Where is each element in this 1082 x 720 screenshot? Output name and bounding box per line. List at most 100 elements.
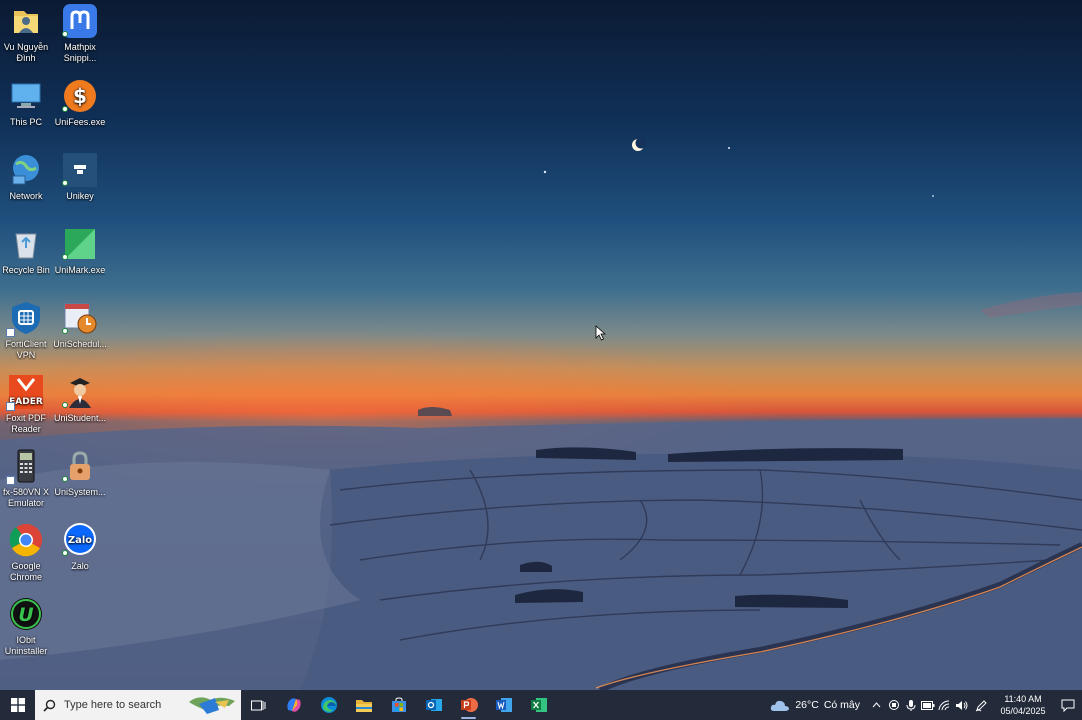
desktop[interactable]: Vu Nguyễn Đình Mathpix Snippi... This PC… xyxy=(0,0,1082,690)
desktop-icon-label: fx-580VN X Emulator xyxy=(2,487,50,508)
wallpaper xyxy=(0,137,1082,690)
desktop-icon-label: Vu Nguyễn Đình xyxy=(3,42,49,63)
iobit-glyph: U xyxy=(18,604,34,626)
mouse-pointer-icon xyxy=(595,325,606,341)
taskbar: Type here to search 26°C Có mây 11:40 AM… xyxy=(0,690,1082,720)
microphone-icon xyxy=(906,699,915,711)
chevron-up-icon xyxy=(872,702,881,708)
desktop-icon-label: Recycle Bin xyxy=(2,265,50,275)
sync-status-icon xyxy=(62,476,68,482)
sync-status-icon xyxy=(62,328,68,334)
search-placeholder: Type here to search xyxy=(64,699,162,711)
system-tray: 26°C Có mây 11:40 AM 05/04/2025 xyxy=(762,690,1082,720)
pen-icon xyxy=(975,699,987,711)
excel-button[interactable] xyxy=(521,690,556,720)
desktop-icon-label: Zalo xyxy=(71,561,89,571)
forticlient-icon xyxy=(6,300,44,337)
desktop-icon-forticlient[interactable]: FortiClient VPN xyxy=(0,300,54,360)
windows-logo-icon xyxy=(10,698,25,712)
desktop-icon-unisystem[interactable]: UniSystem... xyxy=(52,448,108,498)
task-view-button[interactable] xyxy=(241,690,276,720)
word-icon xyxy=(495,698,512,712)
sync-status-icon xyxy=(62,180,68,186)
desktop-icon-label: Foxit PDF Reader xyxy=(5,413,46,434)
desktop-icon-label: Mathpix Snippi... xyxy=(63,42,97,63)
file-explorer-button[interactable] xyxy=(346,690,381,720)
desktop-icon-label: IObit Uninstaller xyxy=(4,635,48,656)
desktop-icon-unimark[interactable]: UniMark.exe xyxy=(52,226,108,276)
desktop-icon-label: UniMark.exe xyxy=(54,265,106,275)
sync-status-icon xyxy=(62,550,68,556)
volume-button[interactable] xyxy=(953,690,970,720)
desktop-icon-label: Network xyxy=(9,191,43,201)
zalo-glyph: Zalo xyxy=(68,535,92,546)
desktop-icon-recycle-bin[interactable]: Recycle Bin xyxy=(0,226,54,276)
sync-status-icon xyxy=(62,402,68,408)
weather-condition: Có mây xyxy=(823,699,860,711)
tray-app-icon xyxy=(888,700,899,710)
desktop-icon-zalo[interactable]: Zalo Zalo xyxy=(52,522,108,572)
desktop-icon-label: UniSchedul... xyxy=(53,339,107,349)
foxit-reader-icon: EADER xyxy=(6,374,44,411)
recycle-bin-icon xyxy=(8,226,44,262)
clock-time: 11:40 AM xyxy=(1004,694,1042,704)
desktop-icon-this-pc[interactable]: This PC xyxy=(0,78,54,128)
wifi-button[interactable] xyxy=(936,690,953,720)
desktop-icon-network[interactable]: Network xyxy=(0,152,54,202)
search-icon xyxy=(43,699,56,712)
shortcut-arrow-icon xyxy=(6,476,15,485)
powerpoint-button[interactable] xyxy=(451,690,486,720)
speaker-icon xyxy=(956,700,968,710)
pen-menu-button[interactable] xyxy=(970,690,992,720)
desktop-icon-vu-nguyen-dinh[interactable]: Vu Nguyễn Đình xyxy=(0,3,54,63)
microphone-button[interactable] xyxy=(902,690,919,720)
desktop-icon-foxit[interactable]: EADER Foxit PDF Reader xyxy=(0,374,54,434)
desktop-icon-label: UniFees.exe xyxy=(54,117,106,127)
unifees-glyph: $ xyxy=(73,84,87,108)
battery-icon xyxy=(920,700,934,710)
desktop-icon-iobit-uninstaller[interactable]: U IObit Uninstaller xyxy=(0,596,54,656)
desktop-icon-unischedule[interactable]: UniSchedul... xyxy=(52,300,108,350)
word-button[interactable] xyxy=(486,690,521,720)
file-explorer-icon xyxy=(355,699,372,712)
start-button[interactable] xyxy=(0,690,35,720)
desktop-icon-unifees[interactable]: $ UniFees.exe xyxy=(52,78,108,128)
wifi-icon xyxy=(938,699,950,710)
search-highlight-icon xyxy=(189,697,235,714)
microsoft-store-button[interactable] xyxy=(381,690,416,720)
mathpix-icon xyxy=(62,3,98,39)
desktop-icon-label: UniStudent... xyxy=(53,413,107,423)
shortcut-arrow-icon xyxy=(6,328,15,337)
user-folder-icon xyxy=(8,3,44,39)
edge-button[interactable] xyxy=(311,690,346,720)
desktop-icon-mathpix[interactable]: Mathpix Snippi... xyxy=(52,3,108,63)
unifees-icon: $ xyxy=(62,78,98,114)
taskbar-search-box[interactable]: Type here to search xyxy=(35,690,241,720)
desktop-icon-unikey[interactable]: Unikey xyxy=(52,152,108,202)
weather-temperature: 26°C xyxy=(795,699,819,711)
tray-app-button[interactable] xyxy=(885,690,902,720)
copilot-icon xyxy=(286,698,301,712)
copilot-button[interactable] xyxy=(276,690,311,720)
outlook-button[interactable] xyxy=(416,690,451,720)
microsoft-store-icon xyxy=(391,697,406,712)
this-pc-icon xyxy=(8,78,44,114)
calculator-emulator-icon xyxy=(6,448,44,485)
desktop-icon-unistudent[interactable]: UniStudent... xyxy=(52,374,108,424)
sync-status-icon xyxy=(62,106,68,112)
show-hidden-icons-button[interactable] xyxy=(868,690,885,720)
zalo-icon: Zalo xyxy=(62,522,98,558)
outlook-icon xyxy=(425,699,442,711)
weather-widget[interactable]: 26°C Có mây xyxy=(762,699,868,712)
battery-button[interactable] xyxy=(919,690,936,720)
clock[interactable]: 11:40 AM 05/04/2025 xyxy=(992,693,1054,717)
unisystem-icon xyxy=(62,448,98,484)
clock-date: 05/04/2025 xyxy=(1000,706,1046,716)
desktop-icon-google-chrome[interactable]: Google Chrome xyxy=(0,522,54,582)
notification-center-button[interactable] xyxy=(1054,690,1082,720)
google-chrome-icon xyxy=(8,522,44,558)
sync-status-icon xyxy=(62,31,68,37)
cloud-icon xyxy=(771,700,790,711)
unikey-icon xyxy=(62,152,98,188)
desktop-icon-fx580vnx[interactable]: fx-580VN X Emulator xyxy=(0,448,54,508)
